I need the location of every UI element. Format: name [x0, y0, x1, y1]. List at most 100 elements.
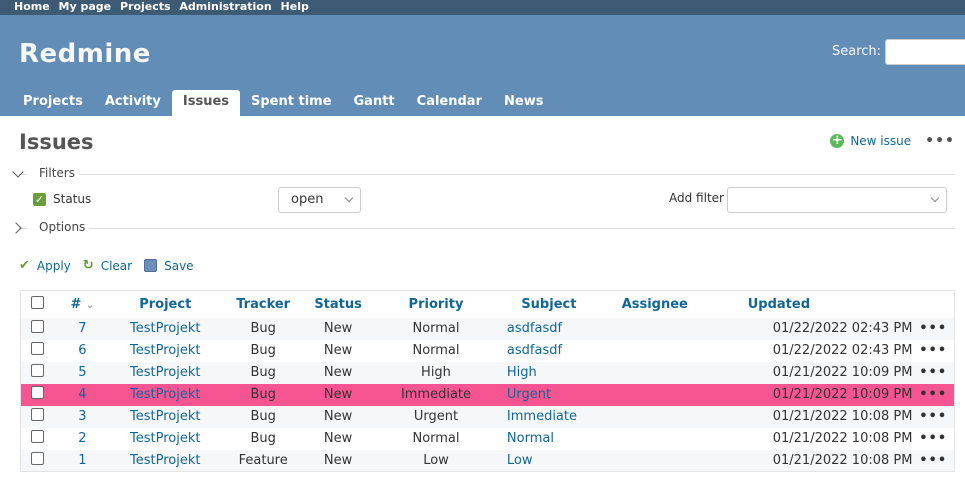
status-cell: New — [307, 427, 370, 450]
column-tracker[interactable]: Tracker — [219, 290, 308, 318]
tab-projects[interactable]: Projects — [12, 90, 94, 116]
issue-id-link[interactable]: 1 — [78, 453, 86, 468]
contextual-actions: + New issue ••• — [830, 133, 955, 149]
new-issue-link[interactable]: New issue — [850, 134, 911, 148]
tracker-cell: Feature — [219, 449, 308, 472]
clear-label: Clear — [100, 258, 133, 273]
table-row[interactable]: 7 TestProjekt Bug New Normal asdfasdf 01… — [20, 317, 955, 340]
tab-gantt[interactable]: Gantt — [343, 90, 406, 116]
table-row[interactable]: 5 TestProjekt Bug New High High 01/21/20… — [20, 361, 955, 384]
assignee-cell — [594, 317, 715, 340]
row-actions-icon[interactable]: ••• — [912, 449, 955, 472]
top-menu-home[interactable]: Home — [14, 0, 50, 13]
table-row[interactable]: 4 TestProjekt Bug New Immediate Urgent 0… — [20, 383, 955, 406]
row-checkbox[interactable] — [30, 342, 44, 355]
row-actions-icon[interactable]: ••• — [912, 317, 955, 340]
table-row[interactable]: 2 TestProjekt Bug New Normal Normal 01/2… — [20, 427, 955, 450]
options-divider — [19, 228, 955, 229]
issue-id-link[interactable]: 2 — [78, 431, 86, 446]
row-select-cell — [20, 317, 54, 340]
row-checkbox[interactable] — [30, 386, 44, 399]
column-priority[interactable]: Priority — [369, 290, 503, 318]
issue-id-link[interactable]: 7 — [78, 321, 86, 336]
row-actions-icon[interactable]: ••• — [912, 405, 955, 428]
issue-id-link[interactable]: 6 — [78, 343, 86, 358]
subject-link[interactable]: asdfasdf — [507, 321, 562, 336]
column-id[interactable]: # ⌄ — [53, 290, 112, 318]
priority-cell: Normal — [369, 317, 503, 340]
project-link[interactable]: TestProjekt — [130, 321, 200, 336]
row-actions-icon[interactable]: ••• — [912, 427, 955, 450]
row-checkbox[interactable] — [30, 408, 44, 421]
chevron-down-icon — [344, 193, 354, 203]
select-all-cell — [20, 290, 54, 318]
top-menu-administration[interactable]: Administration — [179, 0, 271, 13]
select-all-checkbox[interactable] — [30, 295, 44, 309]
filters-divider — [19, 174, 955, 175]
row-actions-icon[interactable]: ••• — [912, 361, 955, 384]
row-checkbox[interactable] — [30, 320, 44, 333]
row-actions-icon[interactable]: ••• — [912, 383, 955, 406]
tab-activity[interactable]: Activity — [94, 90, 172, 116]
chevron-down-icon[interactable] — [12, 166, 24, 178]
save-label: Save — [164, 258, 194, 273]
row-checkbox[interactable] — [30, 364, 44, 377]
table-row[interactable]: 3 TestProjekt Bug New Urgent Immediate 0… — [20, 405, 955, 428]
project-link[interactable]: TestProjekt — [130, 365, 200, 380]
tab-spent-time[interactable]: Spent time — [240, 90, 343, 116]
subject-link[interactable]: Immediate — [507, 409, 577, 424]
subject-link[interactable]: High — [507, 365, 537, 380]
filters-legend[interactable]: Filters — [27, 166, 79, 180]
status-operator-select[interactable]: open — [278, 187, 361, 213]
priority-cell: Low — [369, 449, 503, 472]
subject-link[interactable]: Low — [507, 453, 533, 468]
project-link[interactable]: TestProjekt — [130, 343, 200, 358]
add-icon: + — [830, 133, 845, 148]
add-filter-select[interactable] — [727, 187, 947, 213]
project-link[interactable]: TestProjekt — [130, 431, 200, 446]
column-subject[interactable]: Subject — [502, 290, 595, 318]
app-title[interactable]: Redmine — [19, 39, 151, 69]
page-title: Issues — [19, 130, 94, 154]
project-link[interactable]: TestProjekt — [130, 387, 200, 402]
issue-id-link[interactable]: 3 — [78, 409, 86, 424]
row-select-cell — [20, 449, 54, 472]
more-actions-icon[interactable]: ••• — [925, 133, 955, 149]
status-filter-checkbox[interactable]: ✓ — [33, 192, 46, 206]
column-project[interactable]: Project — [111, 290, 220, 318]
tab-issues[interactable]: Issues — [171, 90, 240, 116]
apply-button[interactable]: ✔ Apply — [19, 258, 71, 273]
header: Redmine Search: Projects Activity Issues… — [0, 15, 965, 116]
subject-link[interactable]: Normal — [507, 431, 554, 446]
tab-calendar[interactable]: Calendar — [406, 90, 493, 116]
subject-link[interactable]: Urgent — [507, 387, 551, 402]
row-checkbox[interactable] — [30, 430, 44, 443]
row-checkbox[interactable] — [30, 451, 44, 465]
column-assignee[interactable]: Assignee — [594, 290, 715, 318]
options-legend[interactable]: Options — [27, 220, 90, 234]
apply-label: Apply — [36, 258, 71, 273]
row-actions-icon[interactable]: ••• — [912, 339, 955, 362]
priority-cell: Normal — [369, 427, 503, 450]
search-label: Search: — [832, 44, 882, 59]
status-cell: New — [307, 339, 370, 362]
save-button[interactable]: Save — [144, 258, 194, 273]
top-menu-help[interactable]: Help — [281, 0, 309, 13]
search-input[interactable] — [885, 39, 965, 65]
top-menu: Home My page Projects Administration Hel… — [0, 0, 965, 15]
table-row[interactable]: 6 TestProjekt Bug New Normal asdfasdf 01… — [20, 339, 955, 362]
top-menu-projects[interactable]: Projects — [120, 0, 171, 13]
top-menu-my-page[interactable]: My page — [59, 0, 112, 13]
chevron-right-icon[interactable] — [10, 222, 22, 234]
project-link[interactable]: TestProjekt — [130, 409, 200, 424]
tab-news[interactable]: News — [493, 90, 554, 116]
row-select-cell — [20, 383, 54, 406]
column-updated[interactable]: Updated — [714, 290, 913, 318]
issue-id-link[interactable]: 5 — [78, 365, 86, 380]
issue-id-link[interactable]: 4 — [78, 387, 86, 402]
subject-link[interactable]: asdfasdf — [507, 343, 562, 358]
clear-button[interactable]: ↻ Clear — [83, 258, 132, 273]
column-status[interactable]: Status — [307, 290, 370, 318]
project-link[interactable]: TestProjekt — [130, 453, 200, 468]
table-row[interactable]: 1 TestProjekt Feature New Low Low 01/21/… — [20, 449, 955, 472]
